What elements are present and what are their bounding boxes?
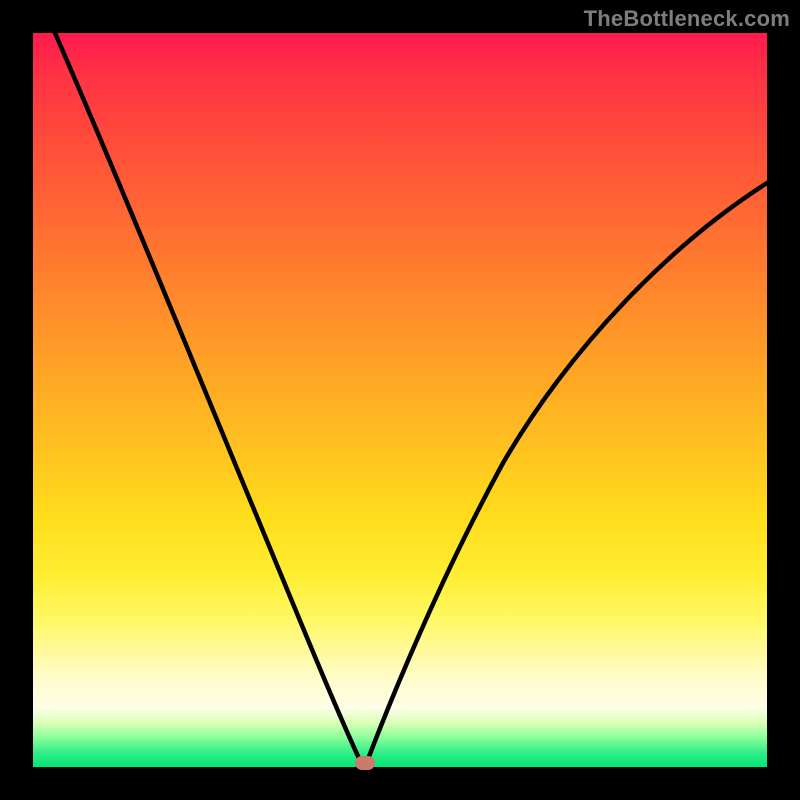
curve-left-branch xyxy=(55,33,363,767)
curve-right-branch xyxy=(365,183,767,767)
watermark-text: TheBottleneck.com xyxy=(584,6,790,32)
bottleneck-curve xyxy=(33,33,767,767)
plot-area xyxy=(33,33,767,767)
bottleneck-marker xyxy=(355,756,375,770)
chart-frame: TheBottleneck.com xyxy=(0,0,800,800)
